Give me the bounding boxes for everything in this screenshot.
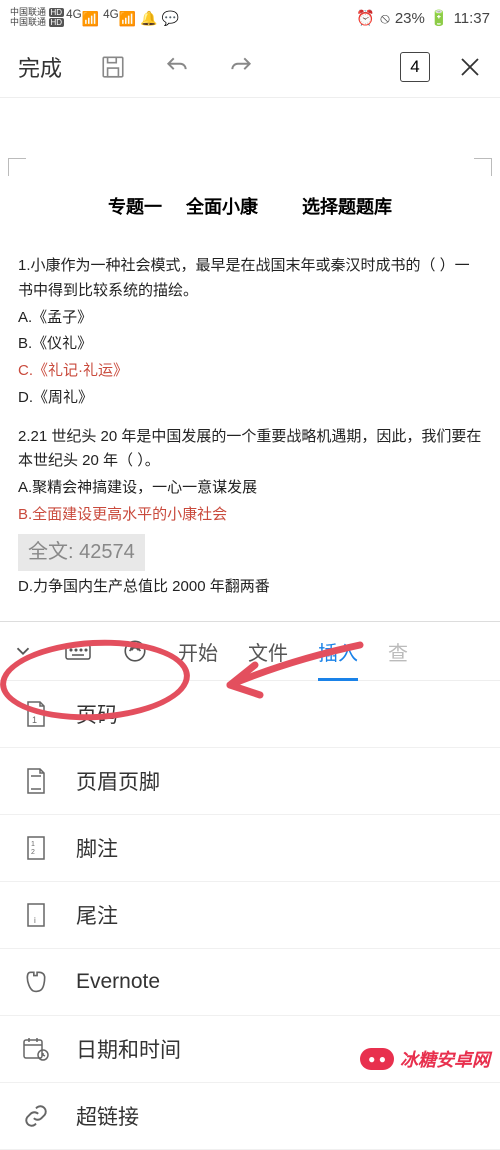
save-icon[interactable] (100, 54, 126, 80)
signal-icon: 4G📶 (103, 8, 136, 28)
redo-icon[interactable] (228, 54, 254, 80)
insert-page-number[interactable]: 1 页码 (0, 681, 500, 748)
doc-body: 1.小康作为一种社会模式，最早是在战国末年或秦汉时成书的（ ）一书中得到比较系统… (18, 254, 482, 599)
doc-title: 专题一 全面小康 选择题题库 (18, 193, 482, 219)
insert-menu: 1 页码 页眉页脚 12 脚注 i 尾注 Evernote 日期和时间 (0, 681, 500, 1150)
voice-icon[interactable] (122, 638, 148, 664)
endnote-icon: i (22, 901, 50, 929)
alarm-icon: ⏰ (356, 9, 375, 27)
word-count-badge: 全文: 42574 (18, 534, 145, 571)
status-left: 中国联通 HD 中国联通 HD 4G📶 4G📶 🔔 💬 (10, 8, 179, 28)
insert-evernote[interactable]: Evernote (0, 949, 500, 1016)
svg-text:1: 1 (31, 841, 35, 848)
svg-text:2: 2 (31, 849, 35, 856)
signal-icon: 4G📶 (66, 8, 99, 28)
watermark-logo-icon: ● ● (360, 1048, 394, 1070)
clock: 11:37 (454, 10, 490, 27)
battery-icon: 🔋 (430, 9, 449, 27)
header-footer-icon (22, 767, 50, 795)
close-icon[interactable] (458, 55, 482, 79)
status-bar: 中国联通 HD 中国联通 HD 4G📶 4G📶 🔔 💬 ⏰ ⦸ 23% 🔋 11… (0, 0, 500, 36)
page-corner-icon (474, 158, 492, 176)
evernote-icon (22, 968, 50, 996)
battery-percent: 23% (395, 10, 425, 27)
collapse-panel-icon[interactable] (12, 640, 34, 662)
insert-item-label: 页眉页脚 (76, 766, 160, 796)
silent-icon: ⦸ (380, 10, 390, 27)
insert-endnote[interactable]: i 尾注 (0, 882, 500, 949)
undo-icon[interactable] (164, 54, 190, 80)
insert-item-label: 超链接 (76, 1101, 139, 1131)
document-area[interactable]: 专题一 全面小康 选择题题库 1.小康作为一种社会模式，最早是在战国末年或秦汉时… (0, 98, 500, 621)
done-button[interactable]: 完成 (18, 51, 62, 83)
insert-item-label: 页码 (76, 699, 118, 729)
page-corner-icon (8, 158, 26, 176)
insert-item-label: 尾注 (76, 900, 118, 930)
insert-item-label: 日期和时间 (76, 1034, 181, 1064)
hyperlink-icon (22, 1102, 50, 1130)
keyboard-icon[interactable] (64, 639, 92, 663)
insert-header-footer[interactable]: 页眉页脚 (0, 748, 500, 815)
svg-text:1: 1 (32, 715, 37, 725)
status-right: ⏰ ⦸ 23% 🔋 11:37 (356, 9, 490, 27)
watermark: ● ● 冰糖安卓网 (360, 1046, 490, 1072)
datetime-icon (22, 1035, 50, 1063)
insert-footnote[interactable]: 12 脚注 (0, 815, 500, 882)
tab-bar: 开始 文件 插入 查 (0, 621, 500, 681)
bell-icon: 🔔 (140, 10, 157, 27)
insert-hyperlink[interactable]: 超链接 (0, 1083, 500, 1150)
page-number-icon: 1 (22, 700, 50, 728)
footnote-icon: 12 (22, 834, 50, 862)
svg-text:i: i (34, 916, 36, 925)
insert-item-label: 脚注 (76, 833, 118, 863)
tab-file[interactable]: 文件 (248, 637, 288, 666)
tab-insert[interactable]: 插入 (318, 637, 358, 666)
tab-view[interactable]: 查 (388, 637, 408, 666)
page-count-button[interactable]: 4 (400, 52, 430, 82)
insert-item-label: Evernote (76, 970, 160, 994)
editor-toolbar: 完成 4 (0, 36, 500, 98)
chat-icon: 💬 (162, 10, 179, 27)
tab-start[interactable]: 开始 (178, 637, 218, 666)
